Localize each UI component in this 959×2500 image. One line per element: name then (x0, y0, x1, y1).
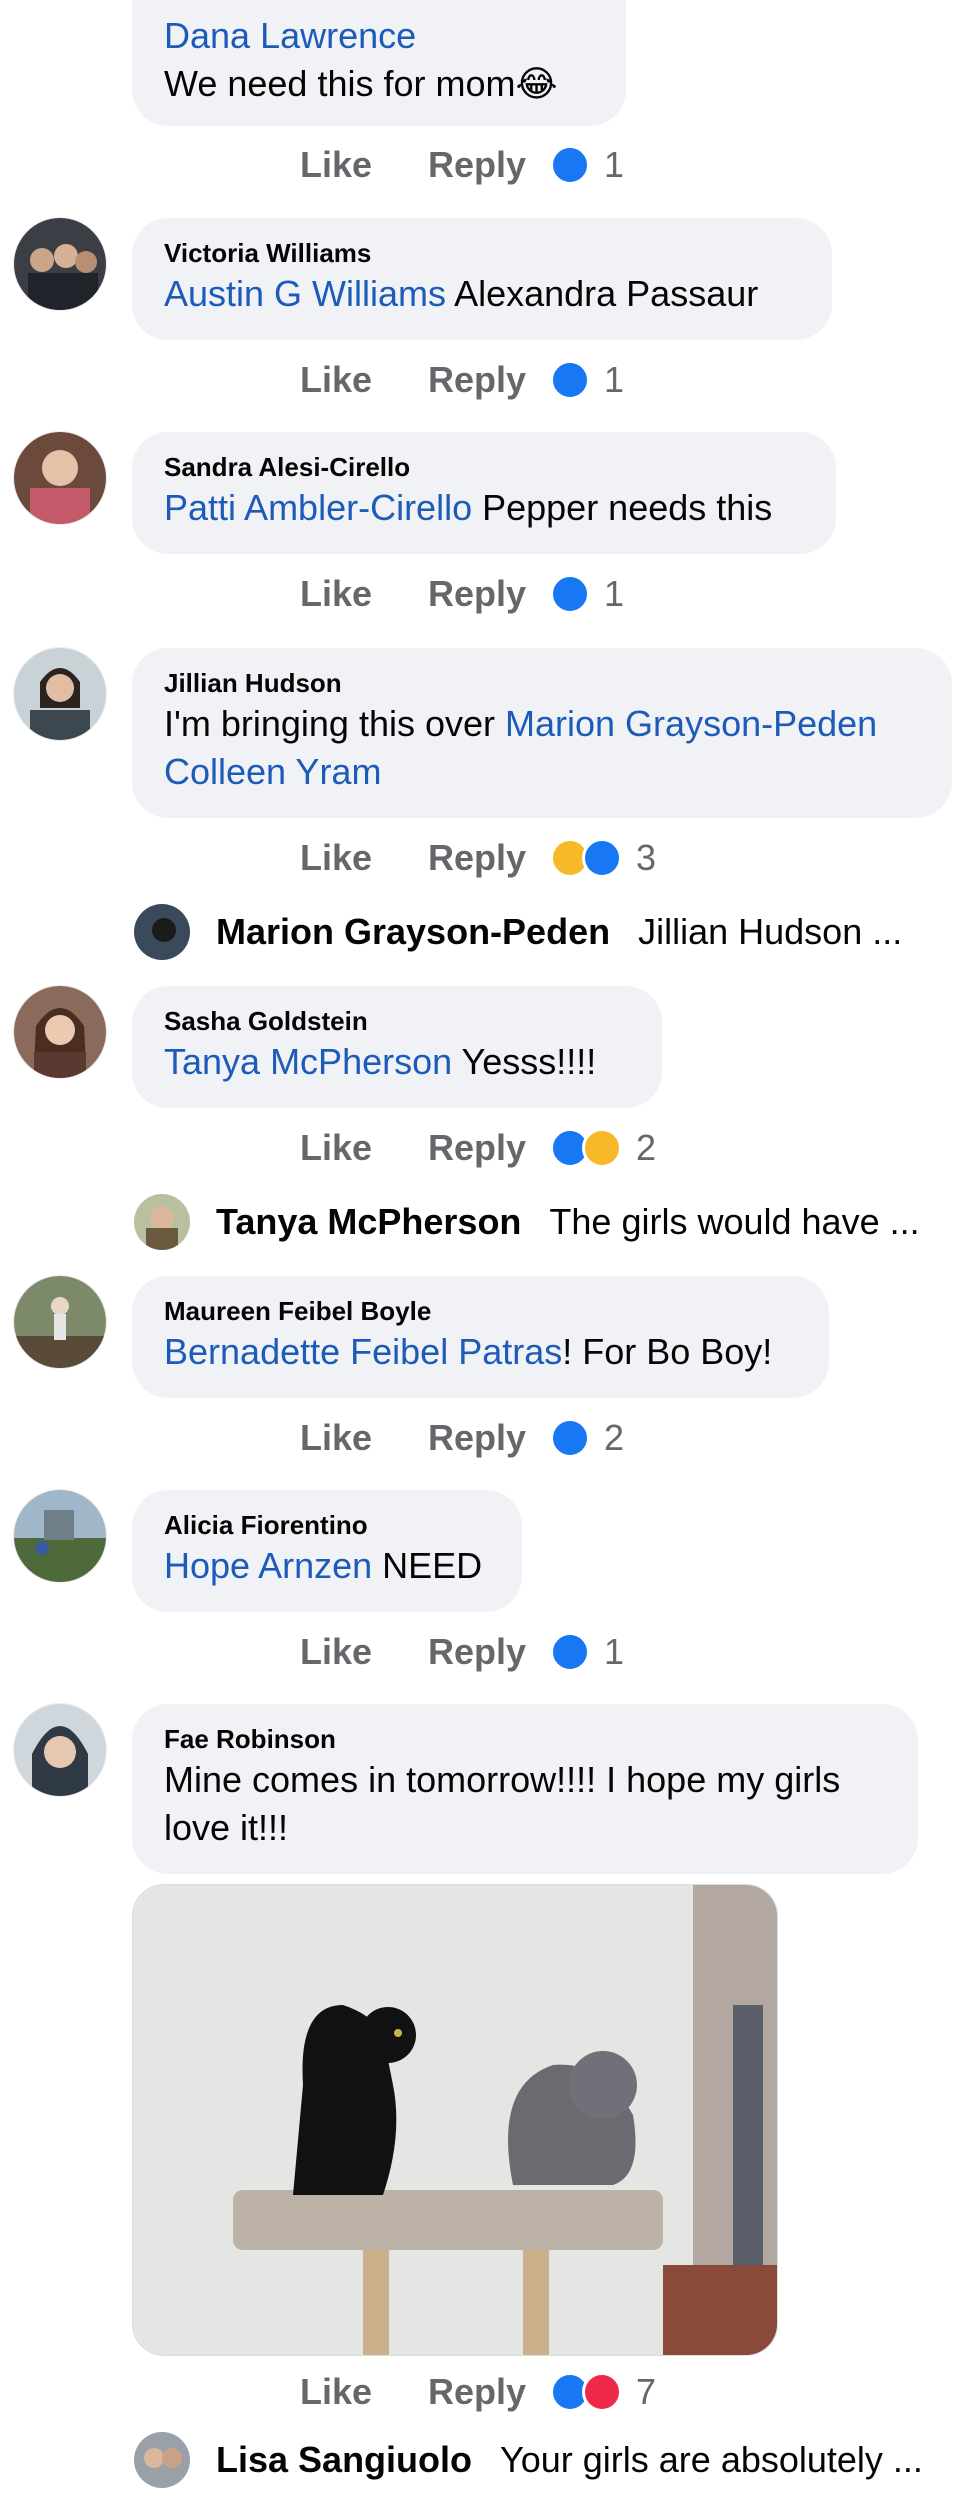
comment-text: I'm bringing this over (164, 703, 506, 744)
reaction-summary[interactable] (550, 145, 591, 185)
comment-actions: Like Reply 2 (300, 1410, 624, 1466)
avatar[interactable] (14, 1276, 106, 1368)
avatar (134, 2432, 190, 2488)
like-reaction-icon (550, 574, 591, 614)
comment-text: Mine comes in tomorrow!!!! I hope my gir… (164, 1759, 841, 1848)
comment-author[interactable]: Alicia Fiorentino (164, 1508, 490, 1542)
comment-mention[interactable]: Colleen Yram (164, 751, 381, 792)
like-reaction-icon (550, 360, 591, 400)
reply-snippet: Your girls are absolutely ... (500, 2439, 923, 2480)
reaction-count: 7 (636, 2371, 657, 2412)
like-reaction-icon (582, 838, 623, 878)
avatar[interactable] (14, 648, 106, 740)
comment-bubble: Jillian Hudson I'm bringing this over Ma… (132, 648, 952, 818)
reaction-summary[interactable] (550, 1128, 623, 1168)
comment-author[interactable]: Sasha Goldstein (164, 1004, 630, 1038)
like-button[interactable]: Like (300, 359, 428, 401)
avatar (134, 904, 190, 960)
reply-preview[interactable]: Lisa Sangiuolo Your girls are absolutely… (134, 2430, 923, 2490)
like-button[interactable]: Like (300, 573, 428, 615)
comment-actions: Like Reply 3 (300, 830, 656, 886)
comment-text: Pepper needs this (472, 487, 773, 528)
comment-text: We need this for mom😂 (164, 63, 558, 104)
reaction-summary[interactable] (550, 360, 591, 400)
comment-bubble: Sasha Goldstein Tanya McPherson Yesss!!!… (132, 986, 662, 1108)
reaction-summary[interactable] (550, 1418, 591, 1458)
comment-mention[interactable]: Bernadette Feibel Patras (164, 1331, 562, 1372)
like-button[interactable]: Like (300, 837, 428, 879)
haha-reaction-icon (582, 1128, 623, 1168)
reply-button[interactable]: Reply (428, 573, 526, 615)
reply-snippet: Jillian Hudson ... (638, 911, 903, 952)
avatar[interactable] (14, 218, 106, 310)
comment-bubble: Victoria Williams Austin G Williams Alex… (132, 218, 832, 340)
comment-author[interactable]: Victoria Williams (164, 236, 800, 270)
reply-button[interactable]: Reply (428, 1127, 526, 1169)
comment-text: NEED (372, 1545, 483, 1586)
comment-actions: Like Reply 7 (300, 2364, 656, 2420)
reply-button[interactable]: Reply (428, 2371, 526, 2413)
comment-mention[interactable]: Marion Grayson-Peden (505, 703, 877, 744)
comment-author[interactable]: Maureen Feibel Boyle (164, 1294, 797, 1328)
comment-actions: Like Reply 1 (300, 566, 624, 622)
like-button[interactable]: Like (300, 144, 428, 186)
comment-actions: Like Reply 1 (300, 352, 624, 408)
like-reaction-icon (550, 1418, 591, 1458)
reply-snippet: The girls would have ... (549, 1201, 920, 1242)
like-button[interactable]: Like (300, 1127, 428, 1169)
reaction-count: 2 (604, 1417, 625, 1458)
like-button[interactable]: Like (300, 1631, 428, 1673)
reaction-count: 1 (604, 359, 625, 400)
reply-button[interactable]: Reply (428, 1631, 526, 1673)
like-button[interactable]: Like (300, 2371, 428, 2413)
reply-button[interactable]: Reply (428, 837, 526, 879)
comment-mention[interactable]: Hope Arnzen (164, 1545, 372, 1586)
reply-author[interactable]: Tanya McPherson (216, 1201, 521, 1243)
reply-author[interactable]: Marion Grayson-Peden (216, 911, 610, 953)
reaction-summary[interactable] (550, 2372, 623, 2412)
comment-bubble: Sandra Alesi-Cirello Patti Ambler-Cirell… (132, 432, 836, 554)
comment-actions: Like Reply 1 (300, 137, 624, 193)
comment-mention[interactable]: Patti Ambler-Cirello (164, 487, 472, 528)
comment-mention[interactable]: Dana Lawrence (164, 12, 594, 60)
reaction-count: 1 (604, 1631, 625, 1672)
reply-button[interactable]: Reply (428, 359, 526, 401)
reaction-summary[interactable] (550, 574, 591, 614)
reaction-count: 2 (636, 1127, 657, 1168)
comment-photo[interactable] (132, 1884, 778, 2356)
reply-button[interactable]: Reply (428, 144, 526, 186)
avatar[interactable] (14, 432, 106, 524)
comment-author[interactable]: Sandra Alesi-Cirello (164, 450, 804, 484)
avatar[interactable] (14, 1704, 106, 1796)
comment-actions: Like Reply 1 (300, 1624, 624, 1680)
avatar (134, 1194, 190, 1250)
comment-author[interactable]: Jillian Hudson (164, 666, 920, 700)
like-button[interactable]: Like (300, 1417, 428, 1459)
comment-mention[interactable]: Austin G Williams (164, 273, 446, 314)
like-reaction-icon (550, 145, 591, 185)
comment-mention[interactable]: Tanya McPherson (164, 1041, 452, 1082)
comment-author[interactable]: Fae Robinson (164, 1722, 886, 1756)
reaction-count: 1 (604, 144, 625, 185)
avatar[interactable] (14, 986, 106, 1078)
comment-bubble: Dana Lawrence We need this for mom😂 (132, 0, 626, 126)
comment-text: ! For Bo Boy! (562, 1331, 773, 1372)
comment-bubble: Fae Robinson Mine comes in tomorrow!!!! … (132, 1704, 918, 1874)
reply-preview[interactable]: Tanya McPherson The girls would have ... (134, 1192, 920, 1252)
reaction-count: 3 (636, 837, 657, 878)
reaction-count: 1 (604, 573, 625, 614)
avatar[interactable] (14, 1490, 106, 1582)
like-reaction-icon (550, 1632, 591, 1672)
love-reaction-icon (582, 2372, 623, 2412)
reaction-summary[interactable] (550, 838, 623, 878)
comment-text: Alexandra Passaur (446, 273, 759, 314)
comment-bubble: Maureen Feibel Boyle Bernadette Feibel P… (132, 1276, 829, 1398)
reply-preview[interactable]: Marion Grayson-Peden Jillian Hudson ... (134, 902, 902, 962)
comment-text: Yesss!!!! (452, 1041, 597, 1082)
reaction-summary[interactable] (550, 1632, 591, 1672)
comment-actions: Like Reply 2 (300, 1120, 656, 1176)
comment-bubble: Alicia Fiorentino Hope Arnzen NEED (132, 1490, 522, 1612)
reply-author[interactable]: Lisa Sangiuolo (216, 2439, 472, 2481)
reply-button[interactable]: Reply (428, 1417, 526, 1459)
